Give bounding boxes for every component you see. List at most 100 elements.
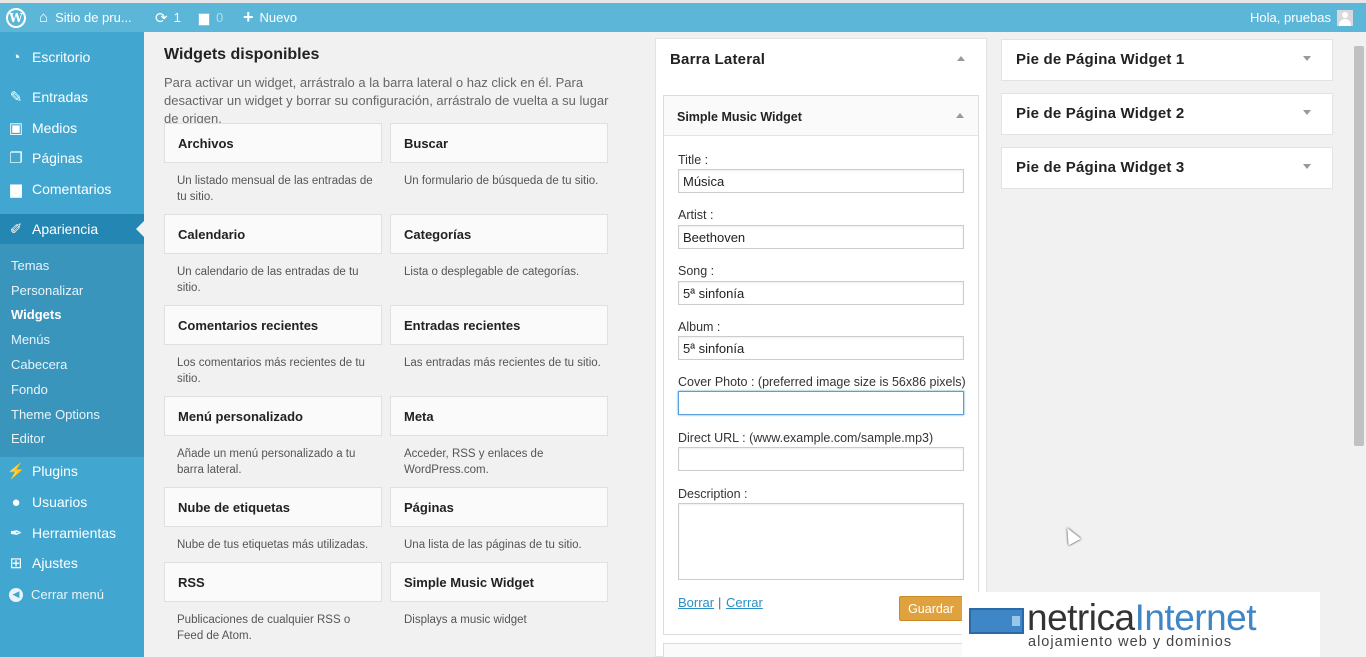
menu-label: Ajustes	[32, 555, 78, 571]
menu-item-medios[interactable]: ▣ Medios	[0, 113, 144, 143]
submenu-item-widgets[interactable]: Widgets	[11, 307, 61, 322]
description-label: Description :	[678, 487, 748, 501]
new-label: Nuevo	[259, 10, 298, 25]
artist-input[interactable]	[678, 225, 964, 249]
title-input[interactable]	[678, 169, 964, 193]
direct-url-input[interactable]	[678, 447, 964, 471]
expand-arrow-icon[interactable]	[1303, 56, 1311, 61]
widget-entradas-recientes[interactable]: Entradas recientes	[390, 305, 608, 345]
comments-count: 0	[216, 10, 224, 25]
widget-description: Una lista de las páginas de tu sitio.	[404, 539, 582, 551]
wordpress-logo-icon: W	[6, 7, 26, 28]
tools-icon: ✒	[9, 525, 23, 542]
menu-item-entradas[interactable]: ✎ Entradas	[0, 82, 144, 112]
widget-description: Un formulario de búsqueda de tu sitio.	[404, 175, 599, 187]
footer-area-2-title: Pie de Página Widget 2	[1016, 105, 1185, 122]
widget-description: Añade un menú personalizado a tu barra l…	[177, 448, 356, 476]
available-widgets-description: Para activar un widget, arrástralo a la …	[164, 75, 609, 126]
users-icon: ●	[11, 493, 21, 511]
widget-description: Publicaciones de cualquier RSS o Feed de…	[177, 614, 351, 642]
widget-description: Nube de tus etiquetas más utilizadas.	[177, 539, 369, 551]
menu-item-apariencia[interactable]: ✐ Apariencia	[0, 214, 144, 244]
cover-photo-label: Cover Photo : (preferred image size is 5…	[678, 375, 966, 389]
widget-description: Un listado mensual de las entradas de tu…	[177, 175, 373, 203]
submenu-item-theme-options[interactable]: Theme Options	[11, 407, 100, 422]
next-widget-header[interactable]	[663, 643, 979, 657]
submenu-item-cabecera[interactable]: Cabecera	[11, 357, 67, 372]
widget-title: Simple Music Widget	[677, 110, 802, 124]
home-icon: ⌂	[39, 9, 49, 26]
account-link[interactable]: Hola, pruebas	[1250, 3, 1353, 32]
close-link[interactable]: Cerrar	[726, 595, 763, 610]
widget-calendario[interactable]: Calendario	[164, 214, 382, 254]
menu-label: Medios	[32, 120, 78, 136]
expand-arrow-icon[interactable]	[1303, 110, 1311, 115]
submenu-item-menus[interactable]: Menús	[11, 332, 50, 347]
menu-item-paginas[interactable]: ❐ Páginas	[0, 143, 144, 173]
menu-item-usuarios[interactable]: ● Usuarios	[0, 487, 144, 517]
widget-header[interactable]: Simple Music Widget	[664, 96, 978, 136]
comments-link[interactable]: ▆ 0	[199, 3, 223, 32]
link-separator: |	[718, 595, 722, 610]
cover-photo-input[interactable]	[678, 391, 964, 415]
submenu-item-temas[interactable]: Temas	[11, 258, 49, 273]
submenu-item-fondo[interactable]: Fondo	[11, 382, 48, 397]
updates-count: 1	[173, 10, 181, 25]
description-textarea[interactable]	[678, 503, 964, 580]
expand-arrow-icon[interactable]	[1303, 164, 1311, 169]
album-label: Album :	[678, 320, 721, 334]
menu-item-comentarios[interactable]: ▆ Comentarios	[0, 174, 144, 204]
collapse-arrow-icon[interactable]	[956, 113, 964, 118]
new-content-link[interactable]: + Nuevo	[243, 3, 297, 32]
widget-paginas[interactable]: Páginas	[390, 487, 608, 527]
simple-music-widget-panel: Simple Music Widget Title : Artist : Son…	[663, 95, 979, 635]
sidebar-area-title[interactable]: Barra Lateral	[670, 51, 765, 68]
album-input[interactable]	[678, 336, 964, 360]
widget-archivos[interactable]: Archivos	[164, 123, 382, 163]
wordpress-logo-button[interactable]: W	[6, 3, 26, 32]
plugins-icon: ⚡	[6, 463, 26, 480]
greeting: Hola, pruebas	[1250, 10, 1331, 25]
menu-item-escritorio[interactable]: ◔ Escritorio	[0, 42, 144, 72]
widget-description: Lista o desplegable de categorías.	[404, 266, 580, 278]
song-input[interactable]	[678, 281, 964, 305]
widget-description: Un calendario de las entradas de tu siti…	[177, 266, 359, 294]
menu-label: Páginas	[32, 150, 83, 166]
pin-icon: ✎	[9, 89, 23, 106]
widget-simple-music[interactable]: Simple Music Widget	[390, 562, 608, 602]
menu-label: Entradas	[32, 89, 89, 105]
updates-link[interactable]: ⟳ 1	[155, 3, 181, 32]
admin-menu: ◔ Escritorio ✎ Entradas ▣ Medios ❐ Págin…	[0, 32, 144, 657]
menu-label: Plugins	[32, 463, 78, 479]
collapse-label: Cerrar menú	[31, 587, 104, 602]
delete-link[interactable]: Borrar	[678, 595, 714, 610]
collapse-menu-button[interactable]: ◀ Cerrar menú	[9, 587, 104, 602]
save-button[interactable]: Guardar	[899, 596, 963, 621]
direct-url-label: Direct URL : (www.example.com/sample.mp3…	[678, 431, 934, 445]
menu-label: Usuarios	[32, 494, 88, 510]
widget-description: Los comentarios más recientes de tu siti…	[177, 357, 365, 385]
pages-icon: ❐	[9, 150, 23, 167]
appearance-submenu: Temas Personalizar Widgets Menús Cabecer…	[0, 244, 144, 457]
widget-meta[interactable]: Meta	[390, 396, 608, 436]
submenu-item-personalizar[interactable]: Personalizar	[11, 283, 83, 298]
widget-comentarios-recientes[interactable]: Comentarios recientes	[164, 305, 382, 345]
scrollbar-thumb[interactable]	[1354, 46, 1364, 446]
widget-rss[interactable]: RSS	[164, 562, 382, 602]
menu-item-ajustes[interactable]: ⊞ Ajustes	[0, 548, 144, 578]
media-icon: ▣	[8, 120, 24, 137]
widget-nube-de-etiquetas[interactable]: Nube de etiquetas	[164, 487, 382, 527]
collapse-arrow-icon[interactable]	[957, 56, 965, 61]
widget-buscar[interactable]: Buscar	[390, 123, 608, 163]
logo-wordmark: netricaInternet	[1027, 599, 1257, 637]
menu-item-herramientas[interactable]: ✒ Herramientas	[0, 518, 144, 548]
menu-label: Apariencia	[32, 221, 99, 237]
widget-description: Acceder, RSS y enlaces de WordPress.com.	[404, 448, 544, 476]
widget-categorias[interactable]: Categorías	[390, 214, 608, 254]
widget-menu-personalizado[interactable]: Menú personalizado	[164, 396, 382, 436]
submenu-item-editor[interactable]: Editor	[11, 431, 45, 446]
menu-label: Comentarios	[32, 181, 112, 197]
mouse-cursor-icon	[1061, 524, 1081, 546]
menu-item-plugins[interactable]: ⚡ Plugins	[0, 456, 144, 486]
site-name-link[interactable]: ⌂ Sitio de pru...	[39, 3, 132, 32]
